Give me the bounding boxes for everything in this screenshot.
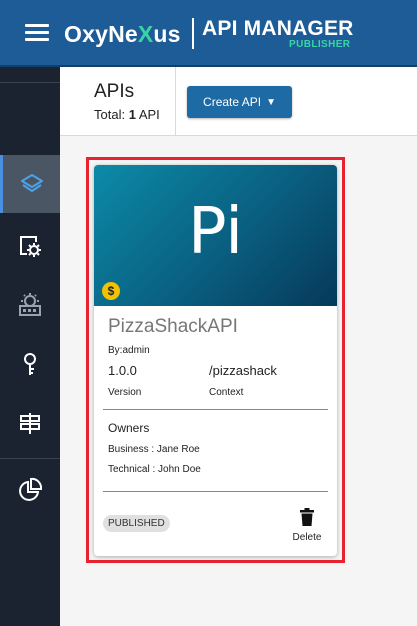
api-version-label: Version: [108, 387, 142, 398]
sidebar-divider: [0, 458, 60, 459]
business-owner: Business : Jane Roe: [108, 444, 200, 455]
sidebar-item-settings[interactable]: [0, 217, 60, 275]
monetization-coin-icon: $: [102, 282, 120, 300]
sidebar-item-apis[interactable]: [0, 155, 60, 213]
api-card[interactable]: Pi $ PizzaShackAPI By:admin 1.0.0 Versio…: [94, 165, 337, 556]
delete-label: Delete: [292, 532, 322, 543]
api-total: Total: 1 API: [94, 107, 160, 122]
hamburger-menu-icon[interactable]: [25, 24, 49, 42]
analytics-pie-icon: [19, 477, 43, 501]
sidebar-divider: [0, 82, 60, 83]
signpost-icon: [20, 413, 40, 434]
page-title: APIs: [94, 81, 135, 102]
app-subtitle: PUBLISHER: [289, 39, 351, 50]
technical-owner: Technical : John Doe: [108, 464, 201, 475]
api-thumbnail[interactable]: Pi $: [94, 165, 337, 306]
top-bar: OxyNe Xus API MANAGER PUBLISHER: [0, 0, 417, 67]
api-context: /pizzashack: [209, 363, 277, 378]
sidebar: [0, 67, 60, 626]
delete-button[interactable]: Delete: [287, 508, 327, 546]
api-context-label: Context: [209, 387, 244, 398]
header-separator: [175, 67, 176, 136]
title-divider: [192, 18, 194, 49]
sidebar-item-keys[interactable]: [0, 335, 60, 393]
api-version: 1.0.0: [108, 363, 137, 378]
caret-down-icon: ▼: [266, 96, 276, 108]
card-divider: [103, 491, 328, 492]
subscription-gear-icon: [19, 293, 41, 316]
app-title: API MANAGER: [202, 17, 354, 40]
status-badge: PUBLISHED: [103, 515, 170, 532]
owners-title: Owners: [108, 421, 150, 435]
key-icon: [24, 353, 36, 375]
api-author: By:admin: [108, 345, 150, 356]
layers-icon: [20, 174, 43, 192]
sidebar-item-endpoints[interactable]: [0, 394, 60, 452]
oxynexus-logo[interactable]: OxyNe Xus: [64, 20, 181, 48]
sidebar-item-analytics[interactable]: [0, 461, 60, 519]
sidebar-item-subscriptions[interactable]: [0, 276, 60, 334]
create-api-button[interactable]: Create API ▼: [187, 86, 292, 118]
page-header: APIs Total: 1 API Create API ▼: [60, 67, 417, 136]
settings-page-icon: [20, 236, 41, 257]
trash-icon: [300, 508, 314, 526]
api-thumbnail-text: Pi: [188, 195, 243, 269]
api-name[interactable]: PizzaShackAPI: [108, 316, 238, 338]
card-divider: [103, 409, 328, 410]
